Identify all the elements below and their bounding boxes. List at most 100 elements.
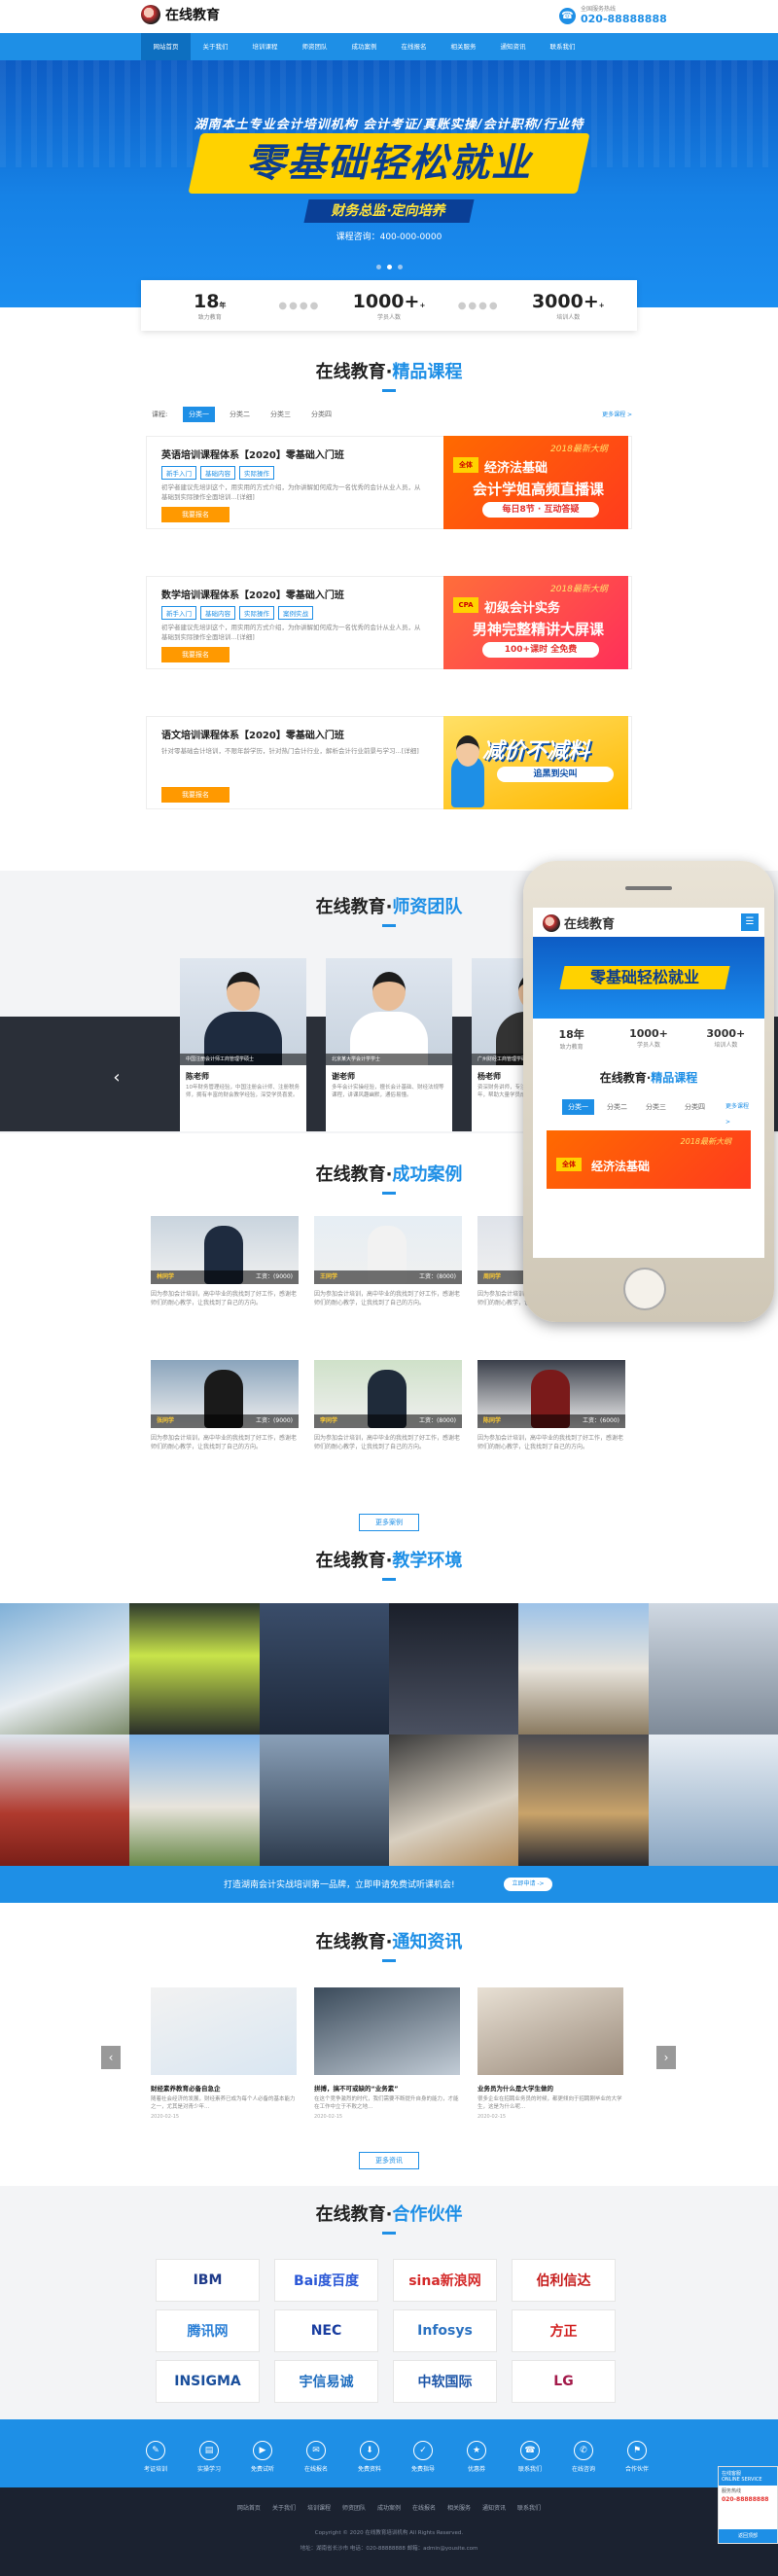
env-photo[interactable] (259, 1603, 389, 1735)
banner-dot[interactable] (397, 265, 403, 269)
footer-link[interactable]: 成功案例 (377, 2505, 401, 2512)
mobile-tab-3[interactable]: 分类三 (640, 1099, 672, 1115)
course-title[interactable]: 语文培训课程体系【2020】零基础入门班 (161, 727, 344, 741)
nav-item[interactable]: 成功案例 (339, 33, 389, 60)
tab-category-4[interactable]: 分类四 (305, 407, 337, 422)
case-card[interactable]: 陈同学 工资：(6000) 因为参加会计培训，高中毕业的我找到了好工作，感谢老师们的… (477, 1360, 625, 1475)
mobile-tab-1[interactable]: 分类一 (562, 1099, 594, 1115)
footer-link[interactable]: 网站首页 (237, 2505, 261, 2512)
nav-item[interactable]: 师资团队 (290, 33, 339, 60)
footer-service-item[interactable]: ⬇ 免费资料 (340, 2441, 399, 2473)
partner-logo[interactable]: sina新浪网 (393, 2259, 497, 2302)
partner-logo[interactable]: 方正 (512, 2309, 616, 2352)
mobile-tab-2[interactable]: 分类二 (601, 1099, 633, 1115)
chevron-left-icon[interactable]: ‹ (109, 1063, 124, 1092)
partner-logo[interactable]: Bai度百度 (274, 2259, 378, 2302)
footer-service-item[interactable]: ✉ 在线报名 (287, 2441, 345, 2473)
nav-item[interactable]: 相关服务 (439, 33, 488, 60)
env-photo[interactable] (0, 1735, 130, 1866)
news-card[interactable]: 拼搏，搞不可或缺的“业务素” 在这个竞争激烈的时代，我们需要不断提升自身的能力，才… (314, 1987, 460, 2129)
env-photo[interactable] (518, 1603, 649, 1735)
tab-category-3[interactable]: 分类三 (265, 407, 297, 422)
footer-service-item[interactable]: ⚑ 合作伙伴 (608, 2441, 666, 2473)
footer-service-item[interactable]: ✆ 在线咨询 (554, 2441, 613, 2473)
site-logo[interactable]: 在线教育 (141, 5, 220, 24)
more-news-button[interactable]: 更多资讯 (359, 2152, 419, 2169)
nav-item[interactable]: 关于我们 (191, 33, 240, 60)
teacher-name: 陈老师 (186, 1072, 209, 1081)
partner-logo[interactable]: NEC (274, 2309, 378, 2352)
footer-service-item[interactable]: ☎ 联系我们 (501, 2441, 559, 2473)
news-title[interactable]: 财经素养教育必备自急企 (151, 2075, 297, 2093)
footer-service-item[interactable]: ★ 优惠券 (447, 2441, 506, 2473)
cta-apply-button[interactable]: 立即申请 -> (504, 1878, 552, 1891)
partner-logo[interactable]: 中软国际 (393, 2360, 497, 2403)
mobile-more-link[interactable]: 更多课程 > (720, 1099, 757, 1126)
enroll-button[interactable]: 我要报名 (161, 787, 230, 803)
menu-icon[interactable]: ☰ (741, 913, 759, 931)
nav-item[interactable]: 联系我们 (538, 33, 587, 60)
case-card[interactable]: 李同学 工资：(8000) 因为参加会计培训，高中毕业的我找到了好工作，感谢老师们的… (314, 1360, 462, 1475)
more-courses-link[interactable]: 更多课程 > (602, 410, 632, 418)
env-photo[interactable] (648, 1603, 778, 1735)
footer-link[interactable]: 联系我们 (517, 2505, 541, 2512)
mobile-tab-4[interactable]: 分类四 (679, 1099, 711, 1115)
footer-link[interactable]: 关于我们 (272, 2505, 296, 2512)
banner-dot[interactable] (375, 265, 381, 269)
nav-item[interactable]: 在线报名 (389, 33, 439, 60)
env-photo[interactable] (388, 1603, 519, 1735)
partner-logo[interactable]: Infosys (393, 2309, 497, 2352)
partner-logo[interactable]: LG (512, 2360, 616, 2403)
footer-service-item[interactable]: ✎ 考证培训 (126, 2441, 185, 2473)
tab-category-1[interactable]: 分类一 (183, 407, 215, 422)
course-promo-image[interactable]: 2018最新大纲 CPA 初级会计实务 男神完整精讲大屏课 100+课时 全免费 (443, 576, 628, 669)
teacher-card[interactable]: 中国注册会计师工商管理学硕士 陈老师 10年财务管理经验，中国注册会计师、注册税… (180, 958, 306, 1131)
nav-item[interactable]: 网站首页 (141, 33, 191, 60)
footer-link[interactable]: 相关服务 (447, 2505, 471, 2512)
course-title[interactable]: 英语培训课程体系【2020】零基础入门班 (161, 447, 344, 461)
case-card[interactable]: 张同学 工资：(9000) 因为参加会计培训，高中毕业的我找到了好工作，感谢老师们的… (151, 1360, 299, 1475)
partner-logo[interactable]: IBM (156, 2259, 260, 2302)
more-cases-button[interactable]: 更多案例 (359, 1514, 419, 1531)
mobile-promo-image[interactable]: 2018最新大纲 全体 经济法基础 (547, 1130, 751, 1189)
footer-link[interactable]: 通知资讯 (482, 2505, 506, 2512)
env-photo[interactable] (259, 1735, 389, 1866)
online-service-widget[interactable]: 在线客服 ONLINE SERVICE 服务热线 020-88888888 返回顶… (718, 2466, 778, 2544)
teacher-card[interactable]: 北京某大学会计学学士 谢老师 多年会计实操经验，擅长会计基础、财经法规等课程，讲… (326, 958, 452, 1131)
case-card[interactable]: 林同学 工资：(9000) 因为参加会计培训，高中毕业的我找到了好工作，感谢老师们的… (151, 1216, 299, 1331)
tab-category-2[interactable]: 分类二 (224, 407, 256, 422)
chevron-left-icon[interactable]: ‹ (101, 2046, 121, 2069)
env-photo[interactable] (388, 1735, 519, 1866)
news-card[interactable]: 财经素养教育必备自急企 随着社会经济的发展，财经素养已成为每个人必备的基本能力之一… (151, 1987, 297, 2129)
footer-link[interactable]: 培训课程 (307, 2505, 331, 2512)
nav-item[interactable]: 通知资讯 (488, 33, 538, 60)
footer-service-item[interactable]: ▤ 实操学习 (180, 2441, 238, 2473)
partner-logo[interactable]: 宇信易诚 (274, 2360, 378, 2403)
env-photo[interactable] (0, 1603, 130, 1735)
chevron-right-icon[interactable]: › (656, 2046, 676, 2069)
banner-dot-active[interactable] (386, 265, 392, 269)
news-card[interactable]: 业务员为什么是大学生做的 很多企业在招聘业务员的时候，都更倾向于招聘刚毕业的大学生… (477, 1987, 623, 2129)
news-title[interactable]: 业务员为什么是大学生做的 (477, 2075, 623, 2093)
env-photo[interactable] (518, 1735, 649, 1866)
partner-logo[interactable]: 伯利信达 (512, 2259, 616, 2302)
env-photo[interactable] (129, 1735, 260, 1866)
env-photo[interactable] (129, 1603, 260, 1735)
env-photo[interactable] (648, 1735, 778, 1866)
footer-link[interactable]: 在线报名 (412, 2505, 436, 2512)
enroll-button[interactable]: 我要报名 (161, 507, 230, 522)
nav-item[interactable]: 培训课程 (240, 33, 290, 60)
course-promo-image[interactable]: 2018最新大纲 全体 经济法基础 会计学姐高频直播课 每日8节 · 互动答疑 (443, 436, 628, 529)
course-title[interactable]: 数学培训课程体系【2020】零基础入门班 (161, 587, 344, 601)
news-title[interactable]: 拼搏，搞不可或缺的“业务素” (314, 2075, 460, 2093)
service-icon: ⚑ (627, 2441, 647, 2460)
enroll-button[interactable]: 我要报名 (161, 647, 230, 662)
partner-logo[interactable]: 腾讯网 (156, 2309, 260, 2352)
case-card[interactable]: 王同学 工资：(8000) 因为参加会计培训，高中毕业的我找到了好工作，感谢老师们的… (314, 1216, 462, 1331)
footer-service-item[interactable]: ▶ 免费试听 (233, 2441, 292, 2473)
footer-link[interactable]: 师资团队 (342, 2505, 366, 2512)
course-promo-image[interactable]: 减价不减料 追黑到尖叫 (443, 716, 628, 809)
partner-logo[interactable]: INSIGMA (156, 2360, 260, 2403)
back-to-top-button[interactable]: 返回顶部 (719, 2529, 777, 2543)
footer-service-item[interactable]: ✓ 免费指导 (394, 2441, 452, 2473)
